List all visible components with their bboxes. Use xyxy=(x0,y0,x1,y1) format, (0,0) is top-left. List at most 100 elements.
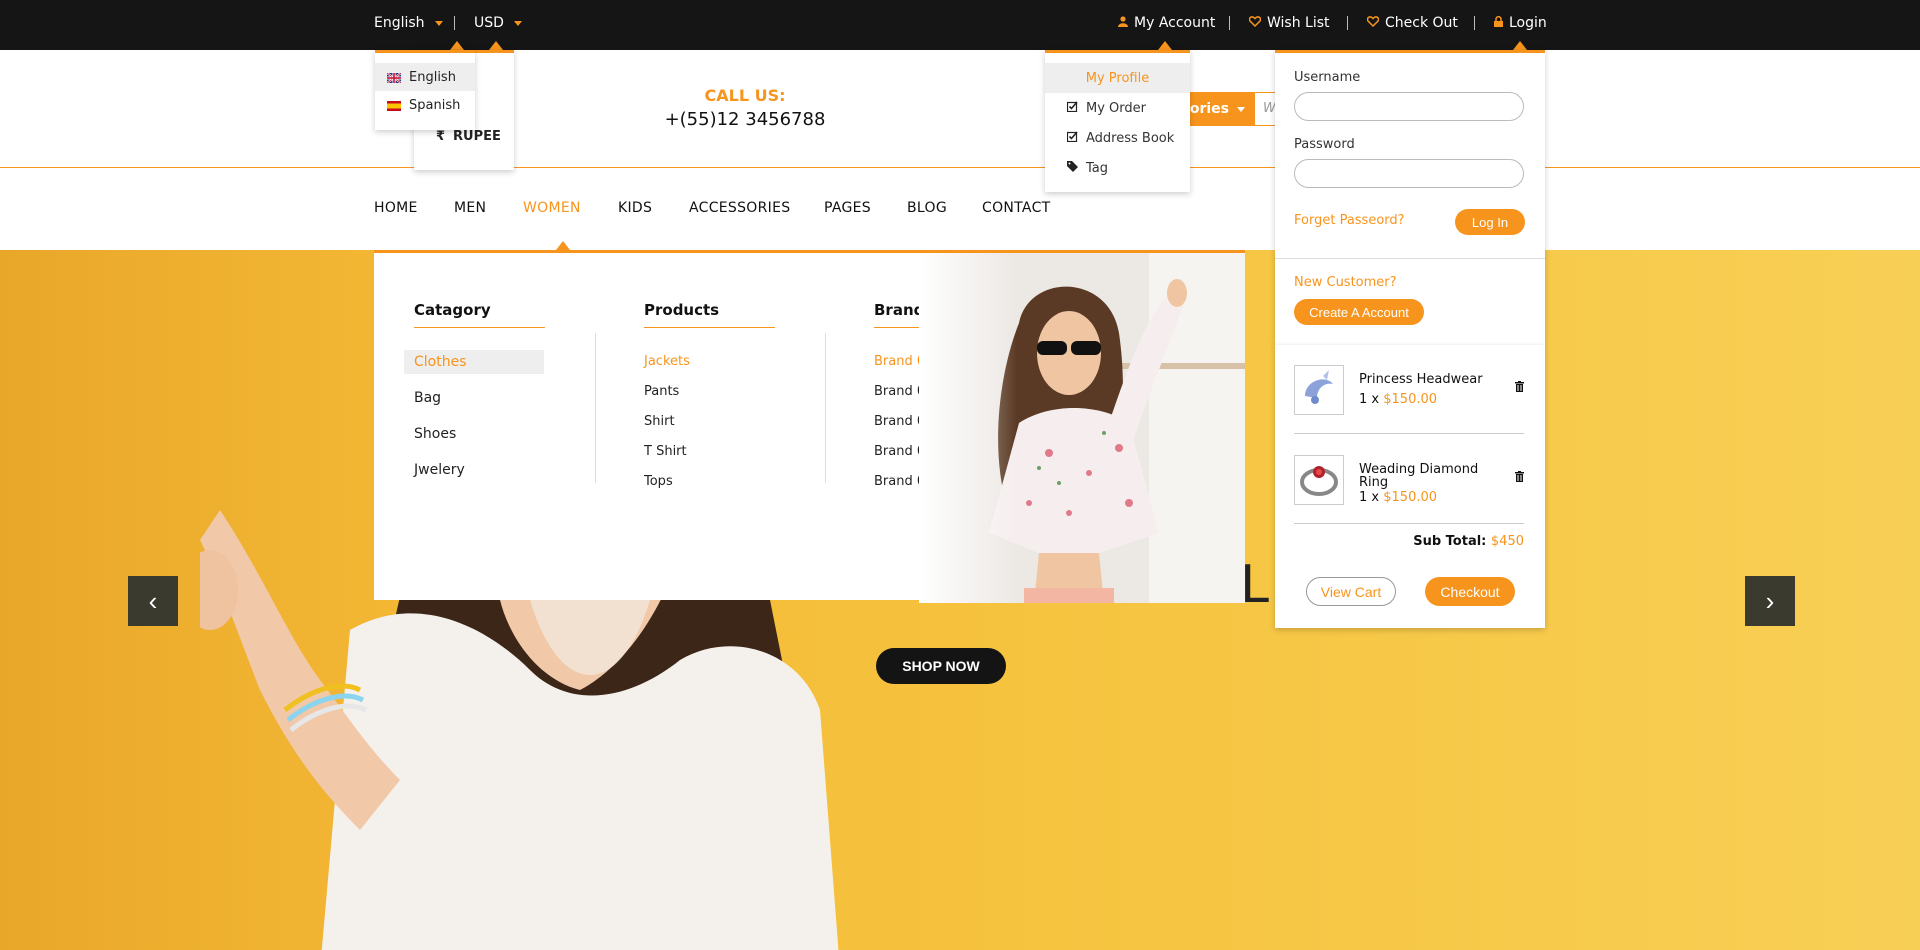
my-account-link[interactable]: My Account xyxy=(1118,15,1215,31)
call-us-label: CALL US: xyxy=(704,86,786,105)
cart-item-image xyxy=(1294,455,1344,505)
cart-item: Weading Diamond Ring 1 x $150.00 xyxy=(1294,455,1524,525)
nav-kids[interactable]: KIDS xyxy=(618,200,652,216)
language-dropdown: English Spanish xyxy=(375,50,475,130)
check-out-label: Check Out xyxy=(1385,15,1458,31)
product-link-shirt[interactable]: Shirt xyxy=(644,414,675,429)
login-link[interactable]: Login xyxy=(1494,15,1547,31)
language-option-english[interactable]: English xyxy=(375,63,475,91)
product-link-tshirt[interactable]: T Shirt xyxy=(644,444,687,459)
chevron-down-icon xyxy=(434,20,443,26)
account-option-label: My Order xyxy=(1086,100,1146,116)
account-option-address-book[interactable]: Address Book xyxy=(1045,123,1190,153)
cart-subtotal: Sub Total: $450 xyxy=(1413,534,1524,549)
nav-blog[interactable]: BLOG xyxy=(907,200,947,216)
shop-now-button[interactable]: SHOP NOW xyxy=(876,648,1006,684)
uk-flag-icon xyxy=(386,72,402,84)
log-in-button[interactable]: Log In xyxy=(1455,209,1525,235)
nav-men[interactable]: MEN xyxy=(454,200,486,216)
divider xyxy=(1294,523,1524,524)
account-option-my-profile[interactable]: My Profile xyxy=(1045,63,1190,93)
cart-item-qty: 1 x $150.00 xyxy=(1359,392,1437,407)
cart-item: Princess Headwear 1 x $150.00 xyxy=(1294,365,1524,435)
search-placeholder: W xyxy=(1263,101,1276,116)
account-menu-notch xyxy=(1158,41,1172,50)
trash-icon[interactable] xyxy=(1515,471,1524,485)
chevron-left-icon: ‹ xyxy=(148,585,158,616)
mega-menu-promo-image xyxy=(919,253,1245,603)
nav-home[interactable]: HOME xyxy=(374,200,418,216)
language-current: English xyxy=(374,15,425,31)
top-bar: English USD My Account Wish List Check O… xyxy=(0,0,1920,50)
spain-flag-icon xyxy=(387,100,401,111)
category-link-clothes[interactable]: Clothes xyxy=(404,350,544,374)
subtotal-value: $450 xyxy=(1490,534,1524,549)
column-divider xyxy=(825,333,826,483)
check-out-link[interactable]: Check Out xyxy=(1366,15,1458,31)
login-menu-notch xyxy=(1513,41,1527,50)
chevron-down-icon xyxy=(1237,106,1245,112)
user-icon xyxy=(1118,16,1128,30)
category-link-jwelery[interactable]: Jwelery xyxy=(404,458,544,482)
nav-pages[interactable]: PAGES xyxy=(824,200,871,216)
category-column-title: Catagory xyxy=(414,301,545,328)
nav-women[interactable]: WOMEN xyxy=(523,200,581,216)
slider-next-button[interactable]: › xyxy=(1745,576,1795,626)
lock-icon xyxy=(1494,16,1503,30)
nav-accessories[interactable]: ACCESSORIES xyxy=(689,200,790,216)
divider xyxy=(1347,16,1348,30)
view-cart-button[interactable]: View Cart xyxy=(1306,577,1396,606)
password-label: Password xyxy=(1294,137,1355,152)
check-square-icon xyxy=(1066,100,1078,116)
account-option-tag[interactable]: Tag xyxy=(1045,153,1190,183)
heart-icon xyxy=(1248,16,1262,30)
account-option-label: Address Book xyxy=(1086,130,1175,146)
women-mega-menu: Catagory Clothes Bag Shoes Jwelery Produ… xyxy=(374,250,1245,603)
trash-icon[interactable] xyxy=(1515,381,1524,395)
language-option-spanish[interactable]: Spanish xyxy=(375,91,475,119)
product-link-jackets[interactable]: Jackets xyxy=(644,354,690,369)
wish-list-link[interactable]: Wish List xyxy=(1248,15,1330,31)
category-link-bag[interactable]: Bag xyxy=(404,386,544,410)
slider-prev-button[interactable]: ‹ xyxy=(128,576,178,626)
login-label: Login xyxy=(1509,15,1547,31)
wish-list-label: Wish List xyxy=(1267,15,1330,31)
account-option-label: Tag xyxy=(1086,160,1109,176)
forget-password-link[interactable]: Forget Passeord? xyxy=(1294,213,1405,228)
subtotal-label: Sub Total: xyxy=(1413,534,1487,549)
category-link-shoes[interactable]: Shoes xyxy=(404,422,544,446)
cart-item-name: Weading Diamond Ring xyxy=(1359,462,1479,490)
column-divider xyxy=(595,333,596,483)
currency-option-rupee[interactable]: ₹ RUPEE xyxy=(436,129,501,144)
account-option-my-order[interactable]: My Order xyxy=(1045,93,1190,123)
language-selector[interactable]: English xyxy=(374,15,443,31)
cart-item-name: Princess Headwear xyxy=(1359,372,1483,387)
heart-icon xyxy=(1366,16,1380,30)
cart-item-qty: 1 x $150.00 xyxy=(1359,490,1437,505)
product-link-tops[interactable]: Tops xyxy=(644,474,673,489)
currency-menu-notch xyxy=(489,41,503,50)
account-dropdown: My Profile My Order Address Book Tag xyxy=(1045,50,1190,192)
chevron-right-icon: › xyxy=(1765,585,1775,616)
my-account-label: My Account xyxy=(1134,15,1216,31)
language-option-label: Spanish xyxy=(409,97,461,113)
username-input[interactable] xyxy=(1294,92,1524,121)
password-input[interactable] xyxy=(1294,159,1524,188)
cart-item-price: $150.00 xyxy=(1383,490,1438,505)
login-dropdown: Username Password Forget Passeord? Log I… xyxy=(1275,50,1545,345)
divider xyxy=(1474,16,1475,30)
nav-contact[interactable]: CONTACT xyxy=(982,200,1051,216)
divider xyxy=(1275,258,1545,259)
cart-item-image xyxy=(1294,365,1344,415)
check-square-icon xyxy=(1066,130,1078,146)
create-account-button[interactable]: Create A Account xyxy=(1294,299,1424,325)
product-link-pants[interactable]: Pants xyxy=(644,384,679,399)
tag-icon xyxy=(1067,160,1078,176)
divider xyxy=(1294,433,1524,434)
products-column-title: Products xyxy=(644,301,775,328)
currency-selector[interactable]: USD xyxy=(474,15,522,31)
call-us-number: +(55)12 3456788 xyxy=(664,109,826,130)
nav-active-notch xyxy=(556,241,570,250)
checkout-button[interactable]: Checkout xyxy=(1425,577,1515,606)
currency-option-label: RUPEE xyxy=(453,129,501,144)
